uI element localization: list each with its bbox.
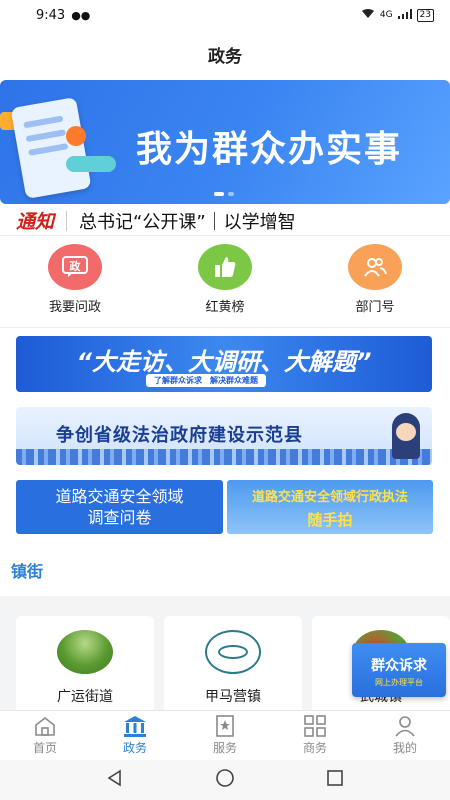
system-navigation-bar [0, 760, 450, 800]
page-title: 政务 [208, 46, 242, 67]
home-icon [33, 715, 57, 737]
bottom-tab-bar: 首页 政务 服务 商务 我的 [0, 710, 450, 760]
promo-line: 随手拍 [307, 511, 353, 529]
notice-bar[interactable]: 通知 总书记“公开课”｜以学增智 [0, 206, 450, 236]
home-circle-icon[interactable] [215, 768, 235, 792]
carousel-indicator [214, 192, 234, 196]
quick-action-ask[interactable]: 政 我要问政 [15, 244, 135, 320]
status-bar: 9:43 ●● 4G 23 [0, 0, 450, 30]
business-icon [303, 715, 327, 737]
service-icon [213, 715, 237, 737]
svg-text:政: 政 [70, 259, 82, 273]
notice-tag: 通知 [16, 211, 55, 233]
section-title: 镇街 [11, 562, 44, 581]
divider [0, 327, 450, 328]
signal-icon [397, 8, 412, 22]
notice-text[interactable]: 总书记“公开课”｜以学增智 [79, 208, 296, 234]
town-card[interactable]: 广运街道 [16, 616, 154, 716]
network-label: 4G [379, 10, 393, 20]
banner-headline: 我为群众办实事 [136, 129, 403, 170]
floating-label: 群众诉求 [371, 658, 427, 674]
banner-decoration [66, 126, 86, 146]
town-label: 广运街道 [57, 689, 113, 705]
divider [66, 210, 68, 231]
tab-home[interactable]: 首页 [10, 715, 80, 756]
carousel-dot [214, 192, 224, 196]
promo-banner-visit[interactable]: “大走访、大调研、大解题” 了解群众诉求 解决群众难题 [16, 336, 432, 392]
wifi-icon [361, 8, 375, 22]
carousel-dot [228, 192, 234, 196]
message-icon: 政 [48, 244, 102, 290]
tab-label: 首页 [32, 741, 57, 755]
tab-label: 商务 [302, 741, 327, 755]
banner-decoration [66, 156, 116, 172]
promo-headline: “大走访、大调研、大解题” [76, 348, 372, 376]
city-skyline-icon [16, 449, 432, 465]
quick-action-label: 部门号 [355, 300, 395, 315]
floating-sublabel: 网上办理平台 [375, 678, 423, 687]
promo-survey[interactable]: 道路交通安全领域 调查问卷 [16, 480, 223, 534]
promo-headline: 争创省级法治政府建设示范县 [56, 425, 303, 446]
carousel-banner[interactable]: 我为群众办实事 [0, 80, 450, 204]
promo-line: 调查问卷 [87, 508, 152, 527]
town-image [57, 630, 113, 674]
status-left: 9:43 ●● [36, 8, 90, 23]
quick-action-ranking[interactable]: 红黄榜 [165, 244, 285, 320]
battery-icon: 23 [416, 8, 434, 22]
tab-service[interactable]: 服务 [190, 715, 260, 756]
tab-profile[interactable]: 我的 [370, 715, 440, 756]
police-figure-icon [392, 413, 420, 459]
app-screen: 9:43 ●● 4G 23 政务 我为群众办实事 通知 总书记“公开课”｜以学增… [0, 0, 450, 800]
tab-label: 政务 [122, 741, 147, 755]
thumbs-up-icon [198, 244, 252, 290]
tab-government[interactable]: 政务 [100, 715, 170, 756]
wechat-icon: ●● [71, 8, 91, 22]
back-icon[interactable] [106, 769, 124, 791]
people-icon [348, 244, 402, 290]
town-logo-icon [205, 630, 261, 674]
recents-icon[interactable] [326, 769, 344, 791]
town-label: 甲马营镇 [205, 689, 261, 705]
promo-banner-law[interactable]: 争创省级法治政府建设示范县 [16, 407, 432, 465]
promo-line: 道路交通安全领域 [55, 487, 184, 506]
quick-action-label: 我要问政 [48, 300, 101, 315]
promo-line: 道路交通安全领域行政执法 [251, 490, 408, 505]
status-right: 4G 23 [361, 8, 434, 22]
user-icon [393, 715, 417, 737]
tab-label: 我的 [392, 741, 417, 755]
status-time: 9:43 [36, 7, 66, 23]
promo-subtitle: 了解群众诉求 解决群众难题 [146, 374, 266, 387]
phone-illustration-icon [10, 96, 92, 200]
quick-action-departments[interactable]: 部门号 [315, 244, 435, 320]
government-icon [123, 715, 147, 737]
quick-action-label: 红黄榜 [205, 300, 245, 315]
tab-business[interactable]: 商务 [280, 715, 350, 756]
promo-snapshot[interactable]: 道路交通安全领域行政执法 随手拍 [227, 480, 433, 534]
tab-label: 服务 [212, 741, 237, 755]
quick-actions: 政 我要问政 红黄榜 部门号 [0, 244, 450, 320]
town-card[interactable]: 甲马营镇 [164, 616, 302, 716]
floating-appeal-button[interactable]: 群众诉求 网上办理平台 [352, 643, 446, 697]
